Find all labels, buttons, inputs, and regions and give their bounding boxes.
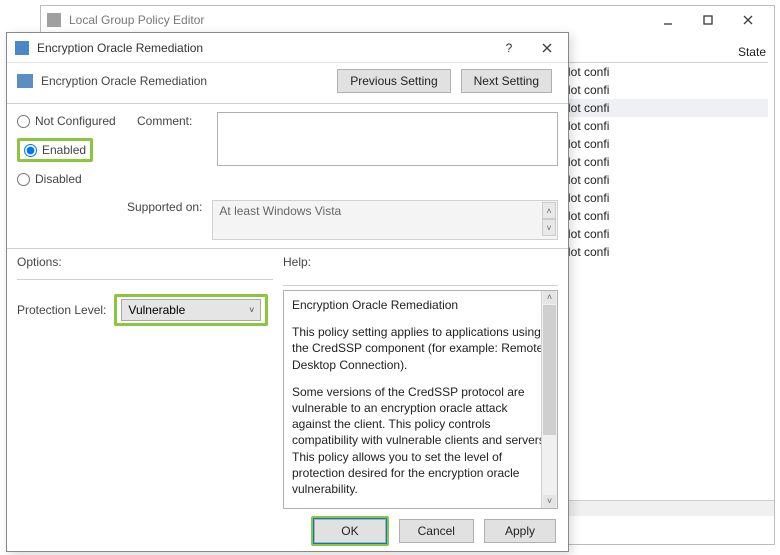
radio-label: Not Configured: [35, 114, 116, 128]
apply-button[interactable]: Apply: [484, 519, 556, 543]
scrollbar-thumb[interactable]: [543, 305, 556, 435]
help-label: Help:: [283, 255, 558, 269]
radio-enabled-input[interactable]: [24, 144, 37, 157]
radio-label: Disabled: [35, 172, 82, 186]
dialog-title: Encryption Oracle Remediation: [37, 41, 490, 55]
state-radio-group: Not Configured Enabled Disabled: [17, 112, 127, 196]
dialog-subtitle: Encryption Oracle Remediation: [41, 74, 337, 88]
dialog-titlebar: Encryption Oracle Remediation ?: [7, 33, 568, 63]
policy-dialog: Encryption Oracle Remediation ? Encrypti…: [6, 32, 569, 552]
help-paragraph: If you enable this policy setting, CredS…: [292, 508, 549, 509]
chevron-down-icon[interactable]: ˅: [543, 495, 556, 508]
supported-on-box: At least Windows Vista ˄˅: [212, 200, 558, 240]
protection-level-label: Protection Level:: [17, 303, 106, 317]
policy-icon: [15, 41, 29, 55]
dialog-subtitle-row: Encryption Oracle Remediation Previous S…: [7, 63, 568, 101]
labels-column: Comment:: [137, 112, 207, 196]
radio-disabled-input[interactable]: [17, 173, 30, 186]
radio-disabled[interactable]: Disabled: [17, 172, 127, 186]
options-label: Options:: [17, 255, 273, 269]
previous-setting-button[interactable]: Previous Setting: [337, 69, 450, 93]
maximize-button[interactable]: [688, 8, 728, 32]
comment-label: Comment:: [137, 112, 207, 128]
ok-button[interactable]: OK: [314, 519, 385, 543]
chevron-down-icon[interactable]: ˅: [542, 219, 556, 236]
dialog-help-button[interactable]: ?: [490, 35, 528, 61]
minimize-button[interactable]: [648, 8, 688, 32]
policy-subtitle-icon: [17, 74, 33, 88]
protection-level-value: Vulnerable: [128, 303, 185, 317]
comment-textarea[interactable]: [217, 112, 558, 166]
protection-level-dropdown[interactable]: Vulnerable ˅: [121, 299, 261, 321]
cancel-button[interactable]: Cancel: [399, 519, 474, 543]
radio-label: Enabled: [42, 143, 86, 157]
radio-enabled[interactable]: Enabled: [24, 143, 86, 157]
divider: [7, 248, 568, 249]
help-paragraph: This policy setting applies to applicati…: [292, 324, 549, 373]
dialog-close-button[interactable]: [528, 35, 566, 61]
chevron-up-icon[interactable]: ˄: [543, 291, 556, 304]
radio-not-configured[interactable]: Not Configured: [17, 114, 127, 128]
divider: [7, 103, 568, 104]
state-column-header[interactable]: State: [738, 45, 766, 59]
supported-on-label: Supported on:: [127, 200, 202, 214]
radio-not-configured-input[interactable]: [17, 115, 30, 128]
chevron-down-icon: ˅: [249, 305, 254, 315]
supported-scroll[interactable]: ˄˅: [542, 202, 556, 236]
help-text-box: Encryption Oracle Remediation This polic…: [283, 290, 558, 509]
close-button[interactable]: [728, 8, 768, 32]
main-title: Local Group Policy Editor: [69, 13, 648, 27]
help-paragraph: Some versions of the CredSSP protocol ar…: [292, 384, 549, 497]
next-setting-button[interactable]: Next Setting: [461, 69, 552, 93]
main-titlebar: Local Group Policy Editor: [41, 6, 774, 34]
divider: [17, 279, 273, 280]
chevron-up-icon[interactable]: ˄: [542, 202, 556, 219]
help-scrollbar[interactable]: ˄ ˅: [541, 291, 557, 508]
dialog-footer: OK Cancel Apply: [7, 511, 568, 551]
supported-on-value: At least Windows Vista: [219, 204, 341, 218]
help-heading: Encryption Oracle Remediation: [292, 297, 549, 313]
app-icon: [47, 13, 61, 27]
divider: [283, 285, 558, 286]
